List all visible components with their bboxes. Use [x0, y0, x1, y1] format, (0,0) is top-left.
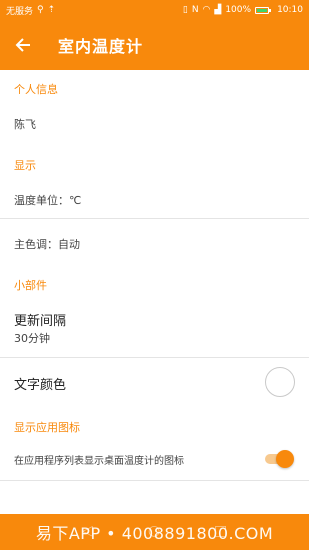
- page-title: 室内温度计: [58, 37, 144, 56]
- section-header-widget: 小部件: [14, 279, 47, 292]
- debug-icon: ⇡: [47, 4, 56, 15]
- divider: [0, 480, 309, 481]
- update-interval-title[interactable]: 更新间隔: [14, 310, 66, 329]
- show-icon-label: 在应用程序列表显示桌面温度计的图标: [14, 456, 184, 467]
- toggle-thumb[interactable]: [276, 450, 294, 468]
- text-color-swatch[interactable]: [265, 367, 295, 397]
- update-interval-value: 30分钟: [14, 332, 50, 345]
- navigation-bar: ◁ ○ □ 易下APP • 4008891800.COM: [0, 514, 309, 550]
- battery-icon: [255, 6, 272, 14]
- back-button[interactable]: [0, 20, 46, 70]
- nfc-icon: Ν: [191, 4, 199, 15]
- divider: [0, 357, 309, 358]
- battery-percent: 100%: [225, 5, 252, 15]
- wifi-icon: ◠: [202, 4, 211, 15]
- status-right: ▯ Ν ◠ ▟ 100% 10:10: [183, 5, 303, 15]
- status-bar: 无服务 ⚲ ⇡ ▯ Ν ◠ ▟ 100% 10:10: [0, 0, 309, 20]
- vibrate-icon: ▯: [182, 4, 188, 15]
- usb-icon: ⚲: [37, 4, 44, 15]
- text-color-title[interactable]: 文字颜色: [14, 374, 66, 393]
- status-left: 无服务 ⚲ ⇡: [6, 4, 55, 17]
- section-header-display: 显示: [14, 159, 36, 172]
- watermark-text: 易下APP • 4008891800.COM: [35, 524, 274, 543]
- signal-icon: ▟: [214, 4, 222, 15]
- divider: [0, 218, 309, 219]
- temperature-unit-item[interactable]: 温度单位：℃: [0, 192, 81, 208]
- back-arrow-icon: [15, 38, 30, 52]
- app-toolbar: 室内温度计: [0, 20, 309, 70]
- theme-color-item[interactable]: 主色调：自动: [0, 236, 80, 252]
- clock: 10:10: [277, 5, 303, 15]
- section-header-app-icon: 显示应用图标: [14, 421, 80, 434]
- section-header-personal: 个人信息: [14, 83, 58, 96]
- user-name-item[interactable]: 陈飞: [0, 116, 36, 132]
- carrier-text: 无服务: [6, 6, 34, 17]
